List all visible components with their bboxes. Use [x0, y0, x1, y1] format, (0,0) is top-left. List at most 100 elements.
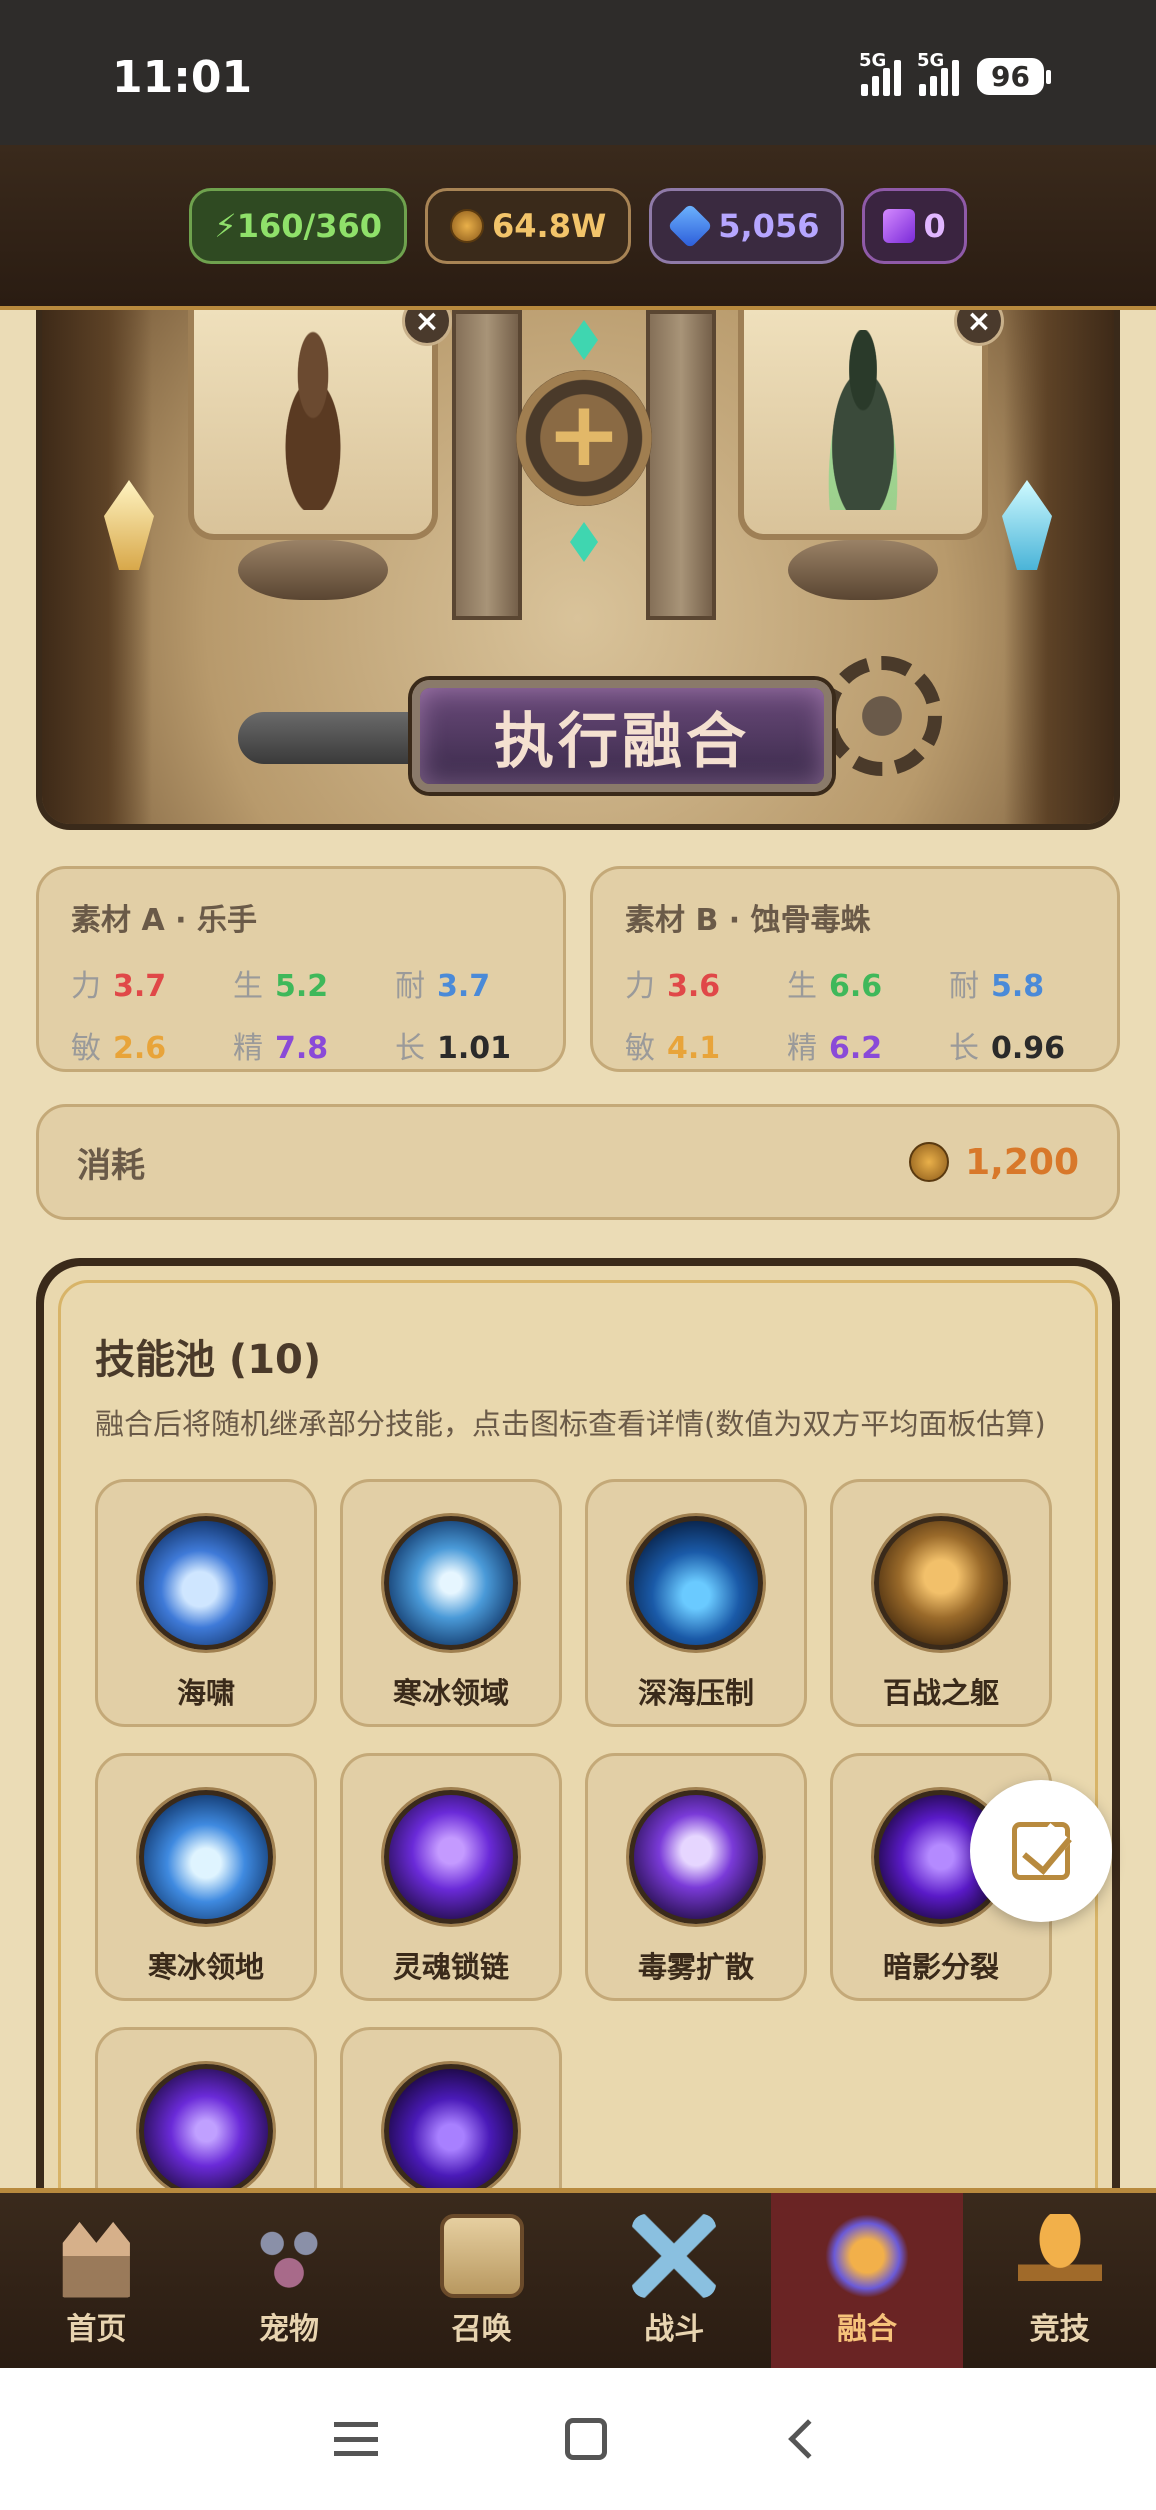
dragon-icon: [824, 2213, 909, 2298]
status-bar: 11:01 5G 5G 96: [0, 0, 1156, 145]
resource-bar: ⚡160/360 64.8W 5,056 0: [0, 145, 1156, 310]
skill-name: 暗影分裂: [882, 1950, 999, 1984]
frost-territory-icon[interactable]: [139, 1790, 273, 1924]
nav-item-summon[interactable]: 召唤: [385, 2193, 578, 2368]
material-b-title: 素材 B · 蚀骨毒蛛: [625, 903, 871, 938]
gem-decoration: [570, 320, 598, 360]
stat-strength: 力 3.7: [71, 969, 167, 1004]
skill-pool-description: 融合后将随机继承部分技能，点击图标查看详情(数值为双方平均面板估算): [95, 1407, 1046, 1441]
fusion-stage: × × + 执行融合: [36, 310, 1120, 830]
void-wraith-icon[interactable]: [384, 2064, 518, 2198]
bottom-nav: 首页 宠物 召唤 战斗 融合 竞技: [0, 2188, 1156, 2368]
home-icon[interactable]: [564, 2418, 607, 2460]
skill-name: 寒冰领域: [392, 1676, 509, 1710]
skill-card[interactable]: 百战之躯: [830, 1479, 1052, 1727]
skill-grid: 海啸 寒冰领域 深海压制 百战之躯 寒冰领地 灵魂锁链 毒雾扩散 暗影分裂: [95, 1479, 1095, 2233]
skill-name: 寒冰领地: [147, 1950, 264, 1984]
cost-label: 消耗: [77, 1145, 145, 1186]
gear-icon: [822, 656, 942, 776]
stat-growth: 长 1.01: [395, 1031, 512, 1066]
stat-spirit: 精 7.8: [233, 1031, 329, 1066]
skill-card[interactable]: 灵魂锁链: [340, 1753, 562, 2001]
battery-icon: 96: [977, 57, 1051, 95]
cost-amount: 1,200: [965, 1141, 1079, 1183]
coin-icon: [909, 1142, 950, 1182]
stat-vitality: 生 5.2: [233, 969, 329, 1004]
plus-icon: +: [516, 370, 652, 506]
nav-item-arena[interactable]: 竞技: [963, 2193, 1156, 2368]
network-type: 5G: [859, 50, 887, 71]
material-a-title: 素材 A · 乐手: [71, 903, 257, 938]
cost-value: 1,200: [909, 1142, 1079, 1183]
skill-card[interactable]: 寒冰领地: [95, 1753, 317, 2001]
skill-card[interactable]: 深海压制: [585, 1479, 807, 1727]
nav-item-pets[interactable]: 宠物: [193, 2193, 386, 2368]
poison-fog-icon[interactable]: [629, 1790, 763, 1924]
gold-value: 64.8W: [492, 206, 607, 245]
castle-icon: [62, 2221, 130, 2298]
crystal-value: 0: [923, 206, 946, 245]
execute-fusion-button[interactable]: 执行融合: [412, 680, 832, 792]
pedestal: [238, 540, 388, 600]
gem-icon: [667, 202, 713, 249]
bard-portrait: [265, 330, 361, 510]
cost-bar: 消耗 1,200: [36, 1104, 1120, 1220]
energy-counter[interactable]: ⚡160/360: [189, 187, 407, 264]
back-icon[interactable]: [788, 2419, 829, 2459]
gem-decoration: [570, 522, 598, 562]
material-slot-b[interactable]: [738, 310, 988, 540]
nav-item-fusion[interactable]: 融合: [770, 2193, 964, 2368]
coin-icon: [450, 208, 484, 243]
material-b-card: 素材 B · 蚀骨毒蛛 力 3.6 生 6.6 耐 5.8 敏 4.1 精 6.2 长 0.…: [590, 866, 1120, 1072]
veteran-body-icon[interactable]: [874, 1516, 1008, 1650]
frost-domain-icon[interactable]: [384, 1516, 518, 1650]
status-indicators: 5G 5G 96: [859, 50, 1051, 96]
soul-chain-icon[interactable]: [384, 1790, 518, 1924]
skill-pool-panel: 技能池 (10) 融合后将随机继承部分技能，点击图标查看详情(数值为双方平均面板…: [36, 1258, 1120, 2258]
stone-pillar: [646, 310, 716, 620]
skill-name: 百战之躯: [882, 1676, 999, 1710]
gem-counter[interactable]: 5,056: [649, 187, 845, 264]
stat-agility: 敏 2.6: [71, 1031, 167, 1066]
energy-value: ⚡160/360: [214, 206, 382, 245]
tsunami-icon[interactable]: [139, 1516, 273, 1650]
skill-name: 海啸: [176, 1676, 235, 1710]
void-skull-icon[interactable]: [139, 2064, 273, 2198]
vine-decoration: [42, 310, 152, 824]
skill-name: 灵魂锁链: [392, 1950, 509, 1984]
signal-icon: 5G: [917, 50, 960, 96]
skill-card[interactable]: 寒冰领域: [340, 1479, 562, 1727]
lever-decoration: [238, 712, 418, 764]
crossed-swords-icon: [632, 2213, 717, 2298]
stat-endurance: 耐 3.7: [395, 969, 491, 1004]
skill-card[interactable]: 海啸: [95, 1479, 317, 1727]
stat-agility: 敏 4.1: [625, 1031, 721, 1066]
vine-decoration: [1004, 310, 1114, 824]
skill-name: 毒雾扩散: [637, 1950, 754, 1984]
deep-sea-icon[interactable]: [629, 1516, 763, 1650]
material-a-card: 素材 A · 乐手 力 3.7 生 5.2 耐 3.7 敏 2.6 精 7.8 长 1.01: [36, 866, 566, 1072]
skill-pool-title: 技能池 (10): [95, 1337, 322, 1383]
spider-portrait: [815, 330, 911, 510]
stat-growth: 长 0.96: [949, 1031, 1066, 1066]
nav-item-battle[interactable]: 战斗: [578, 2193, 771, 2368]
stat-spirit: 精 6.2: [787, 1031, 883, 1066]
nav-item-home[interactable]: 首页: [0, 2193, 193, 2368]
gold-counter[interactable]: 64.8W: [425, 187, 632, 264]
network-type: 5G: [917, 50, 945, 71]
checkbox-icon: [1012, 1822, 1070, 1880]
crystal-counter[interactable]: 0: [862, 187, 967, 264]
material-slot-a[interactable]: [188, 310, 438, 540]
system-nav-bar: [0, 2368, 1156, 2510]
pedestal: [788, 540, 938, 600]
skill-name: 深海压制: [637, 1676, 754, 1710]
menu-icon[interactable]: [333, 2422, 378, 2456]
stat-strength: 力 3.6: [625, 969, 721, 1004]
status-time: 11:01: [112, 52, 253, 103]
stone-pillar: [452, 310, 522, 620]
crystal-icon: [883, 208, 916, 243]
stat-vitality: 生 6.6: [787, 969, 883, 1004]
task-check-button[interactable]: [970, 1780, 1112, 1922]
skill-card[interactable]: 毒雾扩散: [585, 1753, 807, 2001]
signal-icon: 5G: [859, 50, 902, 96]
